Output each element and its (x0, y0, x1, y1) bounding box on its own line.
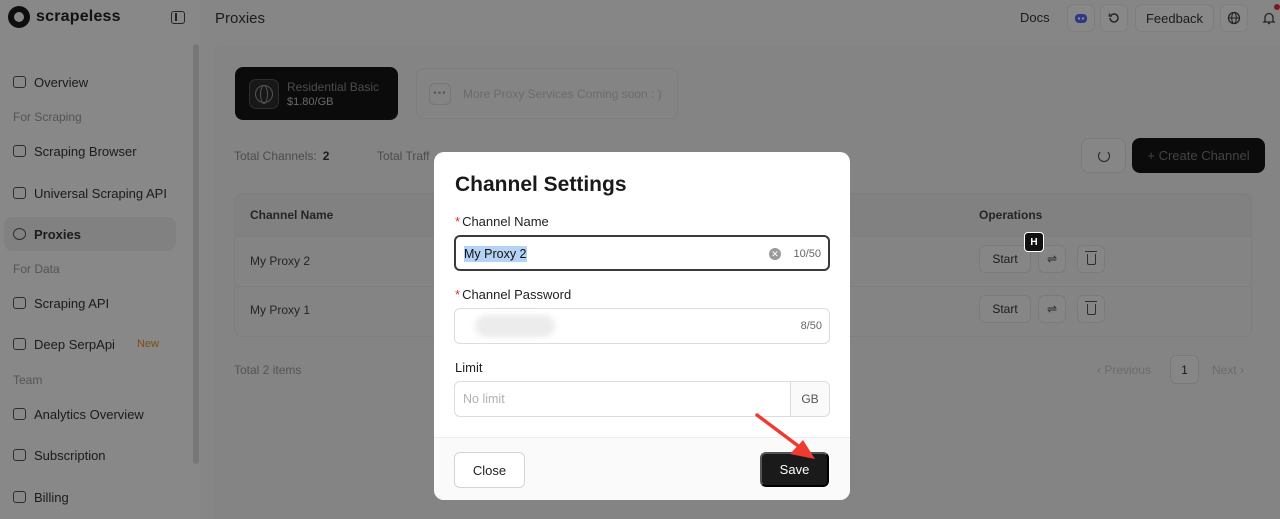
redacted-password (475, 315, 555, 337)
limit-unit: GB (790, 382, 829, 416)
save-button[interactable]: Save (760, 452, 829, 487)
extension-hk-icon[interactable]: H (1024, 232, 1044, 252)
app-root: scrapeless Overview For Scraping Scrapin… (0, 0, 1280, 519)
channel-name-input[interactable]: My Proxy 2 ✕ 10/50 (454, 235, 830, 271)
channel-password-label: * Channel Password (455, 287, 571, 302)
required-asterisk: * (455, 214, 461, 229)
channel-password-counter: 8/50 (800, 320, 822, 332)
limit-field: No limit GB (454, 381, 830, 417)
channel-name-value: My Proxy 2 (464, 246, 527, 262)
limit-label: Limit (455, 360, 483, 375)
clear-input-icon[interactable]: ✕ (769, 248, 781, 260)
close-button[interactable]: Close (454, 452, 525, 488)
channel-name-label: * Channel Name (455, 214, 549, 229)
limit-input[interactable]: No limit (455, 382, 791, 416)
modal-title: Channel Settings (455, 173, 627, 196)
required-asterisk: * (455, 287, 461, 302)
channel-settings-modal: Channel Settings * Channel Name My Proxy … (434, 152, 850, 500)
modal-footer: Close Save (434, 437, 850, 500)
channel-name-label-text: Channel Name (462, 214, 549, 229)
channel-password-input[interactable]: 8/50 (454, 308, 830, 344)
channel-name-counter: 10/50 (793, 248, 821, 260)
channel-password-label-text: Channel Password (462, 287, 572, 302)
limit-placeholder: No limit (463, 392, 505, 406)
